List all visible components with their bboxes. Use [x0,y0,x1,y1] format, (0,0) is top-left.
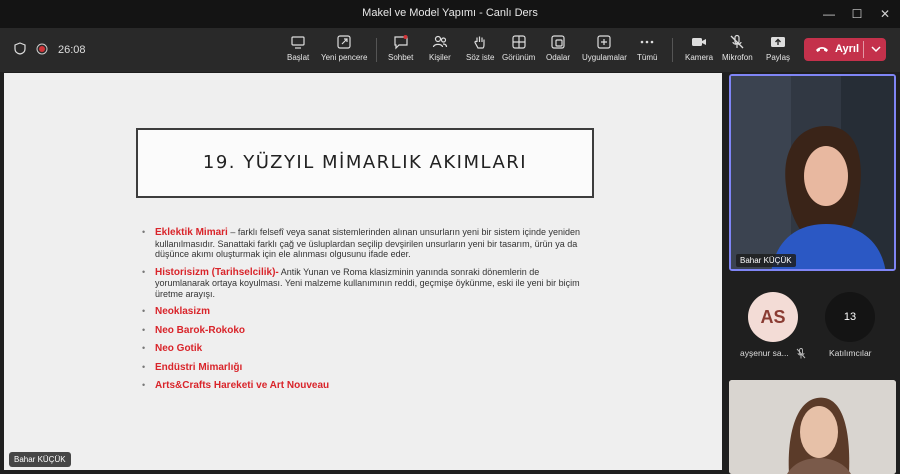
leave-divider [863,41,864,58]
slide-bullet: Arts&Crafts Hareketi ve Art Nouveau [141,380,591,392]
slide-bullet: Historisizm (Tarihselcilik)- Antik Yunan… [141,267,591,300]
participant-video-tile[interactable] [729,380,896,474]
toolbar-separator [376,38,377,62]
slide-bullet: Endüstri Mimarlığı [141,362,591,374]
meeting-timer: 26:08 [58,44,86,56]
people-icon [432,35,447,48]
slide-bullet-list: Eklektik Mimari – farklı felsefî veya sa… [141,227,591,399]
more-button[interactable]: Tümü [637,34,657,62]
view-button[interactable]: Görünüm [502,34,535,62]
camera-button[interactable]: Kamera [685,34,713,62]
slide-title-box: 19. YÜZYIL MİMARLIK AKIMLARI [136,128,594,198]
more-icon [640,40,654,44]
chat-button[interactable]: Sohbet [388,34,413,62]
start-button[interactable]: Başlat [287,34,309,62]
presenter-name-chip: Bahar KÜÇÜK [9,452,71,467]
popout-icon [337,35,351,49]
participant-name-chip: Bahar KÜÇÜK [736,254,796,267]
rooms-icon [551,35,565,49]
raise-hand-button[interactable]: Söz iste [466,34,494,62]
title-bar: Makel ve Model Yapımı - Canlı Ders — ☐ ✕ [0,0,900,28]
participant-name: ayşenur sa... [740,348,789,358]
leave-button[interactable]: Ayrıl [804,38,886,61]
meeting-toolbar: 26:08 Başlat Yeni pencere Sohbet Kişiler… [0,28,900,72]
new-window-button[interactable]: Yeni pencere [321,34,367,62]
participants-count[interactable]: 13 [825,292,875,342]
maximize-icon[interactable]: ☐ [843,0,871,28]
participants-label: Katılımcılar [829,348,872,358]
present-icon [291,36,305,49]
slide-bullet: Eklektik Mimari – farklı felsefî veya sa… [141,227,591,260]
minimize-icon[interactable]: — [815,0,843,28]
close-icon[interactable]: ✕ [871,0,899,28]
hang-up-icon [816,47,828,52]
window-title: Makel ve Model Yapımı - Canlı Ders [362,7,538,19]
share-button[interactable]: Paylaş [766,34,790,62]
shield-icon[interactable] [14,42,26,58]
participant-video-image [729,380,896,474]
rooms-button[interactable]: Odalar [546,34,570,62]
grid-view-icon [512,35,526,49]
recording-icon [36,43,48,58]
people-button[interactable]: Kişiler [429,34,451,62]
participant-video-tile[interactable]: Bahar KÜÇÜK [729,74,896,271]
mic-off-icon [796,346,806,364]
slide-title: 19. YÜZYIL MİMARLIK AKIMLARI [202,152,528,173]
chat-icon [394,35,408,50]
shared-content-stage: 19. YÜZYIL MİMARLIK AKIMLARI Eklektik Mi… [4,73,722,470]
slide-bullet: Neo Gotik [141,343,591,355]
apps-button[interactable]: Uygulamalar [582,34,627,62]
toolbar-separator [672,38,673,62]
mic-off-icon [730,34,744,49]
hand-icon [474,36,485,49]
camera-icon [692,38,706,46]
chevron-down-icon[interactable] [870,42,882,59]
mic-button[interactable]: Mikrofon [722,34,753,62]
slide-bullet: Neo Barok-Rokoko [141,325,591,337]
add-app-icon [597,35,612,49]
participant-avatar[interactable]: AS [748,292,798,342]
share-icon [771,37,785,47]
participant-video-image [731,76,894,269]
slide-bullet: Neoklasizm [141,306,591,318]
